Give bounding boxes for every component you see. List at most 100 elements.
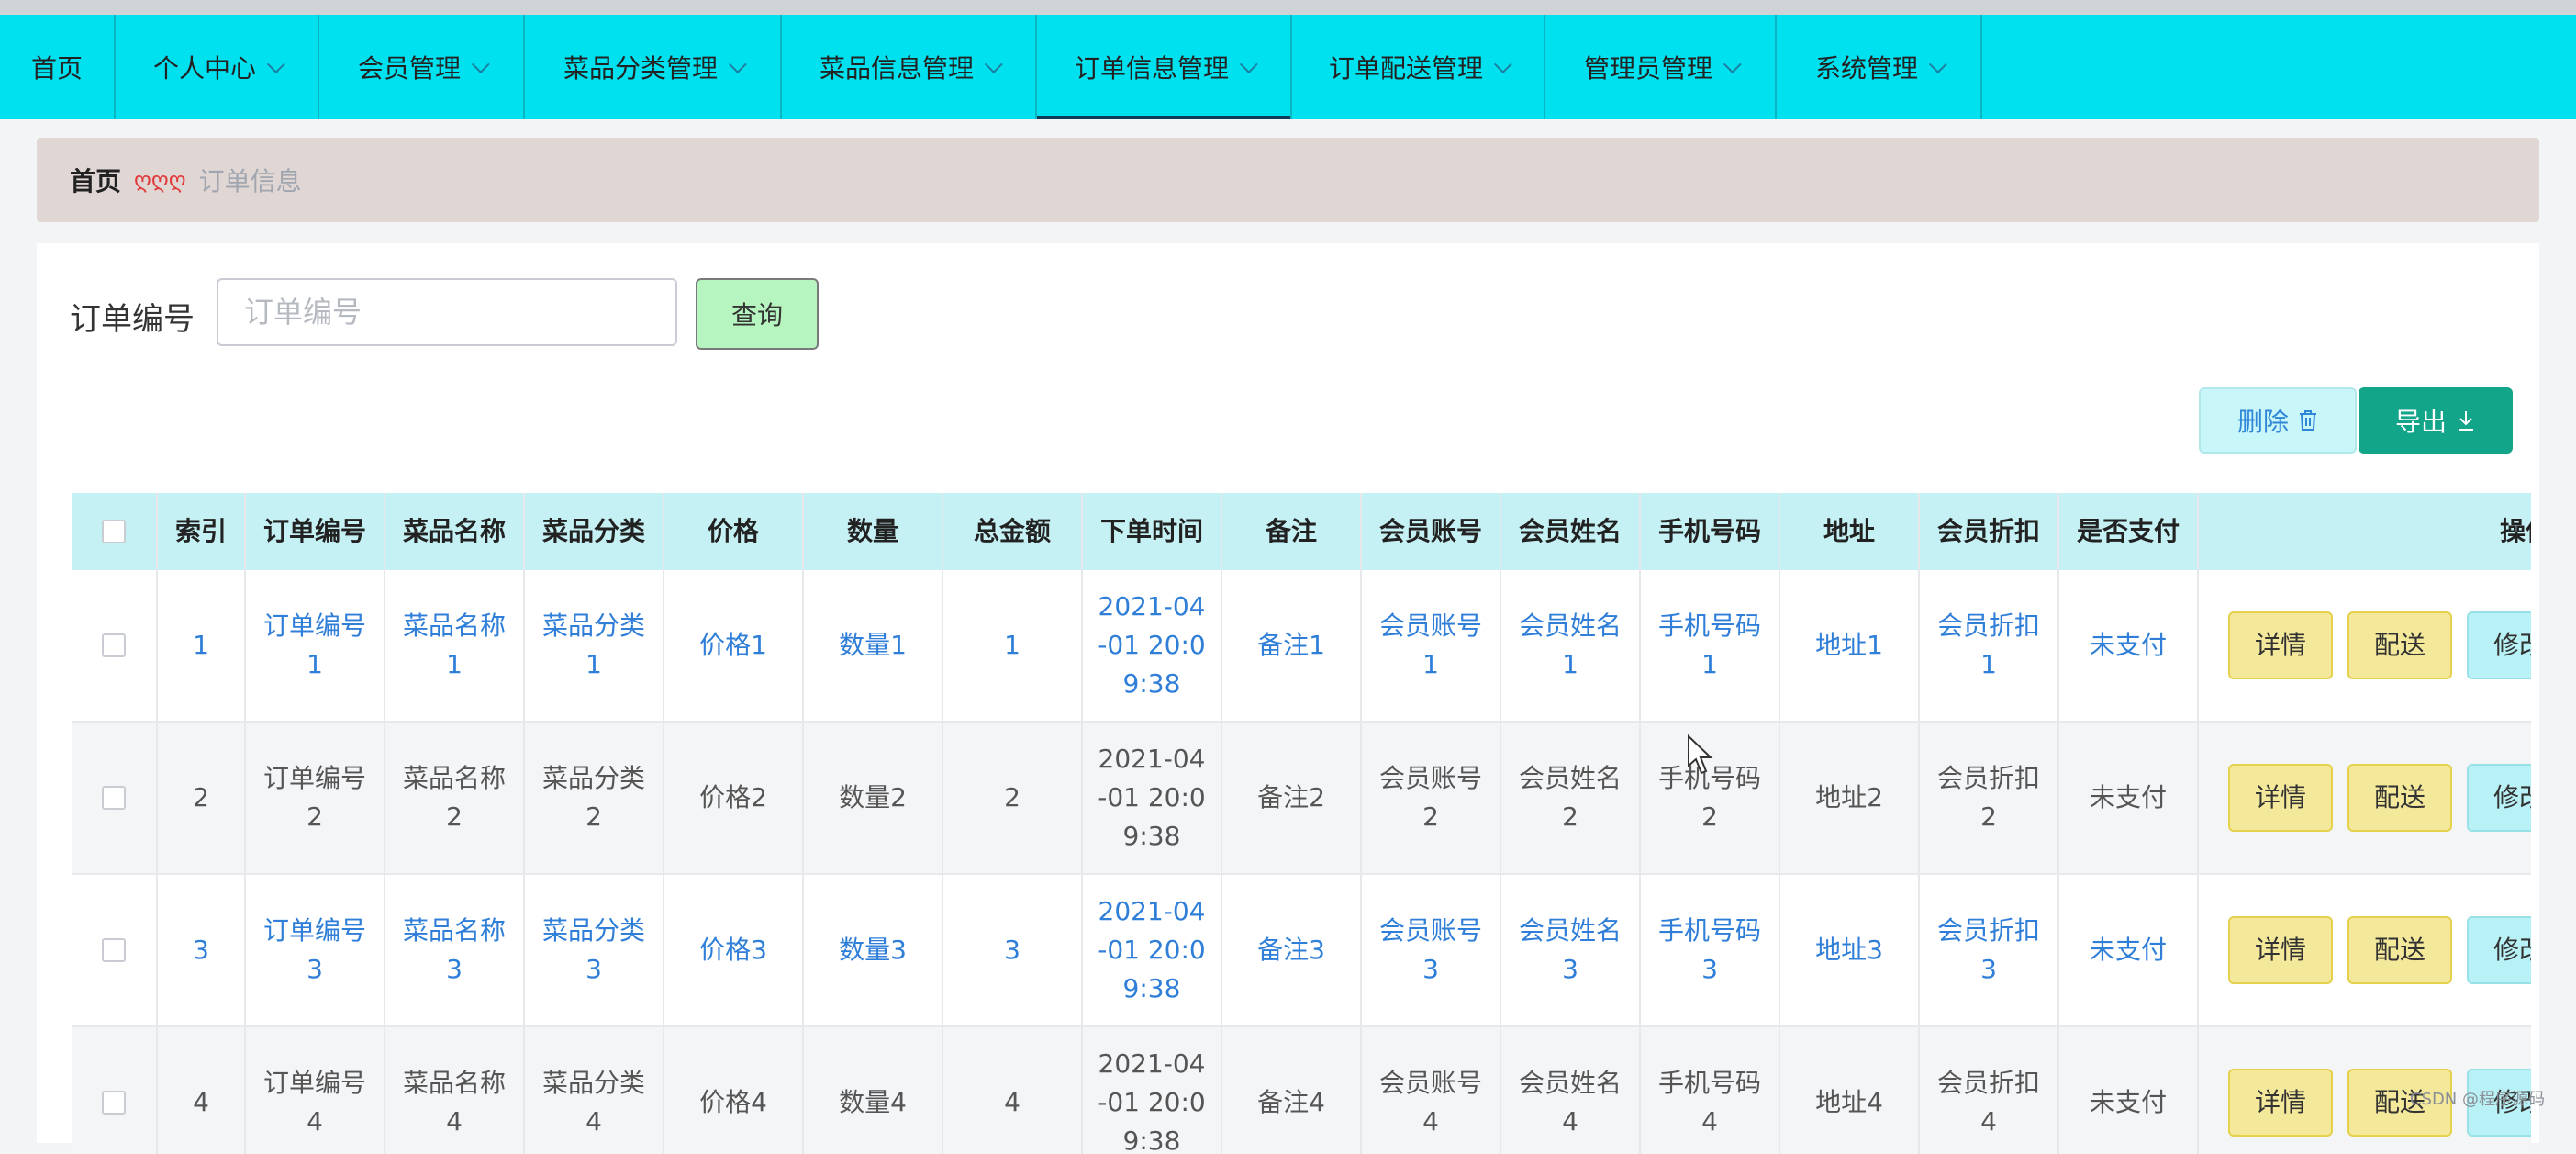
ship-button[interactable]: 配送 (2347, 764, 2452, 832)
nav-item-dish-category-management[interactable]: 菜品分类管理 (525, 15, 782, 119)
nav-item-label: 菜品分类管理 (563, 53, 718, 84)
table-cell: 未支付 (2059, 723, 2199, 873)
edit-button[interactable]: 修改 (2467, 611, 2531, 679)
row-checkbox-cell (72, 875, 158, 1025)
row-checkbox-cell (72, 1027, 158, 1154)
table-cell: 菜品名称3 (385, 875, 525, 1025)
table-cell: 会员账号1 (1362, 570, 1501, 721)
table-row: 1 订单编号1 菜品名称1 菜品分类1 价格1 数量1 1 2021-04-01… (72, 570, 2531, 723)
detail-button[interactable]: 详情 (2228, 1069, 2333, 1137)
orders-table: 索引 订单编号 菜品名称 菜品分类 价格 数量 总金额 下单时间 备注 会员账号… (72, 493, 2531, 1154)
header-cell: 是否支付 (2059, 493, 2199, 570)
chevron-down-icon (728, 55, 747, 74)
export-button[interactable]: 导出 (2359, 387, 2513, 454)
header-cell: 总金额 (943, 493, 1083, 570)
table-cell: 订单编号1 (246, 570, 385, 721)
table-cell: 2021-04-01 20:09:38 (1083, 570, 1222, 721)
table-row: 3 订单编号3 菜品名称3 菜品分类3 价格3 数量3 3 2021-04-01… (72, 875, 2531, 1027)
nav-item-label: 个人中心 (152, 53, 256, 84)
ship-button[interactable]: 配送 (2347, 916, 2452, 984)
row-checkbox[interactable] (102, 633, 126, 657)
header-cell: 地址 (1780, 493, 1920, 570)
header-cell: 订单编号 (246, 493, 385, 570)
table-cell: 1 (158, 570, 246, 721)
table-cell: 地址1 (1780, 570, 1920, 721)
table-cell: 3 (943, 875, 1083, 1025)
watermark: CSDN @程序源码 (2409, 1090, 2545, 1109)
nav-item-home[interactable]: 首页 (0, 15, 116, 119)
table-cell: 地址3 (1780, 875, 1920, 1025)
nav-item-label: 首页 (30, 53, 83, 84)
table-cell: 备注2 (1222, 723, 1362, 873)
table-cell: 会员账号4 (1362, 1027, 1501, 1154)
header-cell: 会员姓名 (1501, 493, 1641, 570)
table-cell: 3 (158, 875, 246, 1025)
nav-item-label: 系统管理 (1814, 53, 1918, 84)
header-cell: 索引 (158, 493, 246, 570)
table-cell: 订单编号4 (246, 1027, 385, 1154)
detail-button[interactable]: 详情 (2228, 916, 2333, 984)
select-all-checkbox[interactable] (102, 520, 126, 543)
table-cell: 价格2 (664, 723, 804, 873)
detail-button[interactable]: 详情 (2228, 764, 2333, 832)
table-cell: 地址2 (1780, 723, 1920, 873)
search-label: 订单编号 (70, 301, 195, 338)
edit-button[interactable]: 修改 (2467, 916, 2531, 984)
table-cell: 会员折扣3 (1920, 875, 2059, 1025)
header-cell: 价格 (664, 493, 804, 570)
download-icon (2459, 411, 2473, 431)
table-cell: 未支付 (2059, 875, 2199, 1025)
table-cell: 4 (943, 1027, 1083, 1154)
table-cell: 会员姓名3 (1501, 875, 1641, 1025)
header-cell: 菜品分类 (525, 493, 664, 570)
edit-button[interactable]: 修改 (2467, 764, 2531, 832)
nav-item-system-management[interactable]: 系统管理 (1777, 15, 1982, 119)
nav-item-label: 会员管理 (357, 53, 461, 84)
table-cell: 价格4 (664, 1027, 804, 1154)
table-cell: 地址4 (1780, 1027, 1920, 1154)
table-cell: 手机号码4 (1641, 1027, 1780, 1154)
delete-button[interactable]: 删除 (2199, 387, 2357, 454)
table-cell: 会员折扣2 (1920, 723, 2059, 873)
table-row: 4 订单编号4 菜品名称4 菜品分类4 价格4 数量4 4 2021-04-01… (72, 1027, 2531, 1154)
table-cell: 菜品名称4 (385, 1027, 525, 1154)
chevron-down-icon (984, 55, 1003, 74)
table-cell: 备注3 (1222, 875, 1362, 1025)
table-cell: 手机号码3 (1641, 875, 1780, 1025)
table-cell: 1 (943, 570, 1083, 721)
row-checkbox-cell (72, 723, 158, 873)
nav-item-label: 管理员管理 (1583, 53, 1712, 84)
table-cell: 数量2 (804, 723, 943, 873)
row-checkbox[interactable] (102, 786, 126, 810)
table-cell: 价格1 (664, 570, 804, 721)
table-cell: 未支付 (2059, 570, 2199, 721)
row-checkbox[interactable] (102, 1091, 126, 1115)
table-cell: 备注4 (1222, 1027, 1362, 1154)
detail-button[interactable]: 详情 (2228, 611, 2333, 679)
header-cell: 会员账号 (1362, 493, 1501, 570)
nav-item-personal-center[interactable]: 个人中心 (116, 15, 319, 119)
header-cell: 操作 (2499, 516, 2531, 546)
search-button[interactable]: 查询 (696, 278, 819, 350)
header-cell: 下单时间 (1083, 493, 1222, 570)
row-actions: 详情 配送 修改 (2199, 723, 2531, 873)
nav-item-dish-info-management[interactable]: 菜品信息管理 (782, 15, 1037, 119)
nav-item-label: 订单信息管理 (1074, 53, 1229, 84)
nav-item-order-delivery-management[interactable]: 订单配送管理 (1292, 15, 1545, 119)
nav-item-order-info-management[interactable]: 订单信息管理 (1037, 15, 1292, 119)
breadcrumb-home[interactable]: 首页 (70, 162, 121, 198)
order-number-search-input[interactable] (217, 278, 677, 346)
table-cell: 4 (158, 1027, 246, 1154)
nav-item-member-management[interactable]: 会员管理 (319, 15, 525, 119)
table-cell: 会员折扣4 (1920, 1027, 2059, 1154)
table-cell: 手机号码1 (1641, 570, 1780, 721)
header-cell: 菜品名称 (385, 493, 525, 570)
table-cell: 菜品分类4 (525, 1027, 664, 1154)
ship-button[interactable]: 配送 (2347, 611, 2452, 679)
row-checkbox[interactable] (102, 938, 126, 962)
row-actions: 详情 配送 修改 (2199, 875, 2531, 1025)
table-cell: 数量3 (804, 875, 943, 1025)
table-cell: 数量1 (804, 570, 943, 721)
table-cell: 会员姓名4 (1501, 1027, 1641, 1154)
nav-item-admin-management[interactable]: 管理员管理 (1545, 15, 1777, 119)
